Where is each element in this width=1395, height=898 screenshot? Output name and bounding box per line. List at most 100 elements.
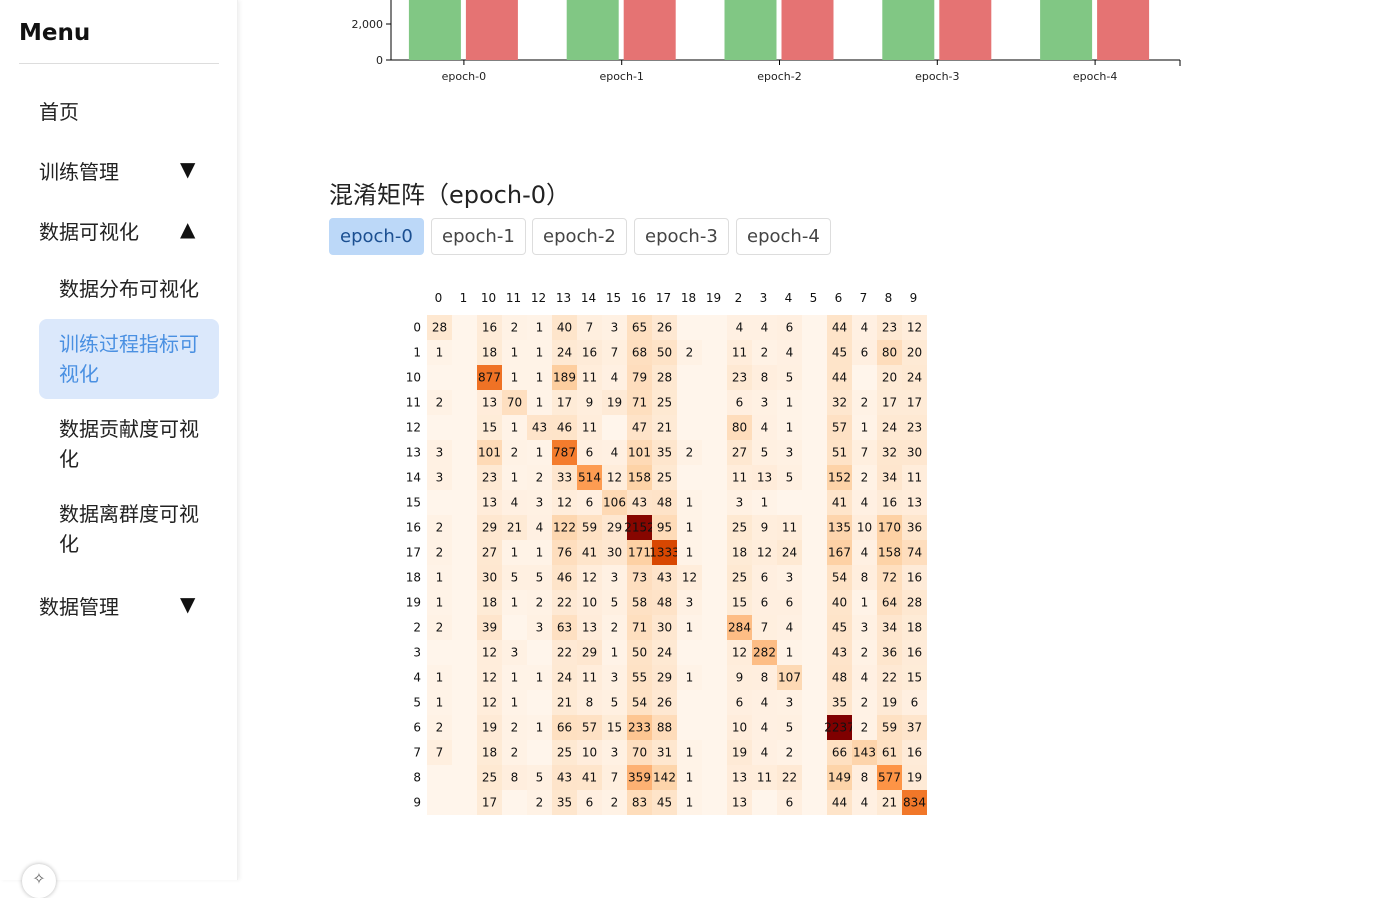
cell-value: 2 [861,696,869,710]
cell-value: 45 [657,796,672,810]
cell-value: 19 [482,721,497,735]
cell-value: 45 [832,621,847,635]
cell-value: 143 [853,746,876,760]
cell-value: 4 [761,696,769,710]
heatmap-cell [677,390,702,415]
cell-value: 16 [907,571,922,585]
heatmap-cell [452,490,477,515]
cell-value: 16 [907,646,922,660]
sub-item-data-contribution[interactable]: 数据贡献度可视化 [59,414,209,474]
cell-value: 3 [611,571,619,585]
heatmap-cell [802,740,827,765]
cell-value: 5 [611,596,619,610]
nav-item-data-management[interactable]: 数据管理 [39,591,119,620]
heatmap-cell [427,490,452,515]
cell-value: 22 [782,771,797,785]
cell-value: 359 [628,771,651,785]
cell-value: 10 [582,596,597,610]
row-label: 17 [406,546,421,560]
heatmap-cell [452,690,477,715]
cell-value: 73 [632,571,647,585]
cell-value: 27 [732,446,747,460]
cell-value: 3 [786,696,794,710]
pin-icon[interactable]: ✧ [22,864,56,898]
column-label: 18 [681,291,696,305]
heatmap-cell [702,340,727,365]
chevron-down-icon[interactable]: ▼ [180,592,195,616]
cell-value: 59 [882,721,897,735]
row-label: 3 [413,646,421,660]
cell-value: 29 [582,646,597,660]
row-label: 1 [413,346,421,360]
cell-value: 2 [611,796,619,810]
heatmap-cell [702,415,727,440]
heatmap-cell [427,790,452,815]
nav-item-home[interactable]: 首页 [39,96,79,125]
cell-value: 25 [657,396,672,410]
row-label: 8 [413,771,421,785]
cell-value: 1 [786,421,794,435]
cell-value: 6 [586,796,594,810]
row-label: 2 [413,621,421,635]
cell-value: 3 [761,396,769,410]
cell-value: 31 [657,746,672,760]
nav-item-training[interactable]: 训练管理 [39,156,119,185]
heatmap-cell [702,465,727,490]
cell-value: 1 [686,796,694,810]
heatmap-cell [602,415,627,440]
cell-value: 44 [832,796,847,810]
cell-value: 4 [861,546,869,560]
bar-series-1 [409,0,461,60]
cell-value: 24 [657,646,672,660]
column-label: 3 [760,291,768,305]
x-tick-label: epoch-4 [1073,70,1117,83]
heatmap-cell [452,765,477,790]
cell-value: 5 [536,771,544,785]
cell-value: 48 [657,496,672,510]
heatmap-cell [702,440,727,465]
cell-value: 1 [536,546,544,560]
heatmap-cell [777,490,802,515]
sub-item-data-outlier[interactable]: 数据离群度可视化 [59,499,209,559]
row-label: 0 [413,321,421,335]
cell-value: 15 [907,671,922,685]
cell-value: 2 [436,396,444,410]
cell-value: 44 [832,371,847,385]
column-label: 13 [556,291,571,305]
row-label: 11 [406,396,421,410]
tab-epoch-1[interactable]: epoch-1 [431,218,526,255]
sub-item-data-distribution[interactable]: 数据分布可视化 [59,274,209,304]
cell-value: 2 [536,596,544,610]
cell-value: 12 [907,321,922,335]
tab-epoch-2[interactable]: epoch-2 [532,218,627,255]
tab-epoch-3[interactable]: epoch-3 [634,218,729,255]
cell-value: 43 [657,571,672,585]
tab-epoch-0[interactable]: epoch-0 [329,218,424,255]
heatmap-cell [702,490,727,515]
cell-value: 1 [861,421,869,435]
chevron-up-icon[interactable]: ▲ [180,217,195,241]
cell-value: 39 [482,621,497,635]
cell-value: 1 [536,346,544,360]
heatmap-cell [702,615,727,640]
cell-value: 284 [728,621,751,635]
bar-series-1 [1040,0,1092,60]
chevron-down-icon[interactable]: ▼ [180,157,195,181]
tab-epoch-4[interactable]: epoch-4 [736,218,831,255]
sub-item-training-metrics[interactable]: 训练过程指标可视化 [59,329,209,389]
cell-value: 8 [861,571,869,585]
nav-item-visualization[interactable]: 数据可视化 [39,216,139,245]
heatmap-cell [802,315,827,340]
cell-value: 33 [557,471,572,485]
nav-item-label: 数据管理 [39,595,119,619]
cell-value: 2 [511,446,519,460]
cell-value: 4 [861,496,869,510]
cell-value: 9 [761,521,769,535]
heatmap-cell [702,765,727,790]
cell-value: 6 [586,496,594,510]
cell-value: 1 [511,671,519,685]
bar-chart: 02,000epoch-0epoch-1epoch-2epoch-3epoch-… [338,0,1338,95]
heatmap-cell [502,615,527,640]
cell-value: 1 [536,396,544,410]
cell-value: 4 [861,321,869,335]
